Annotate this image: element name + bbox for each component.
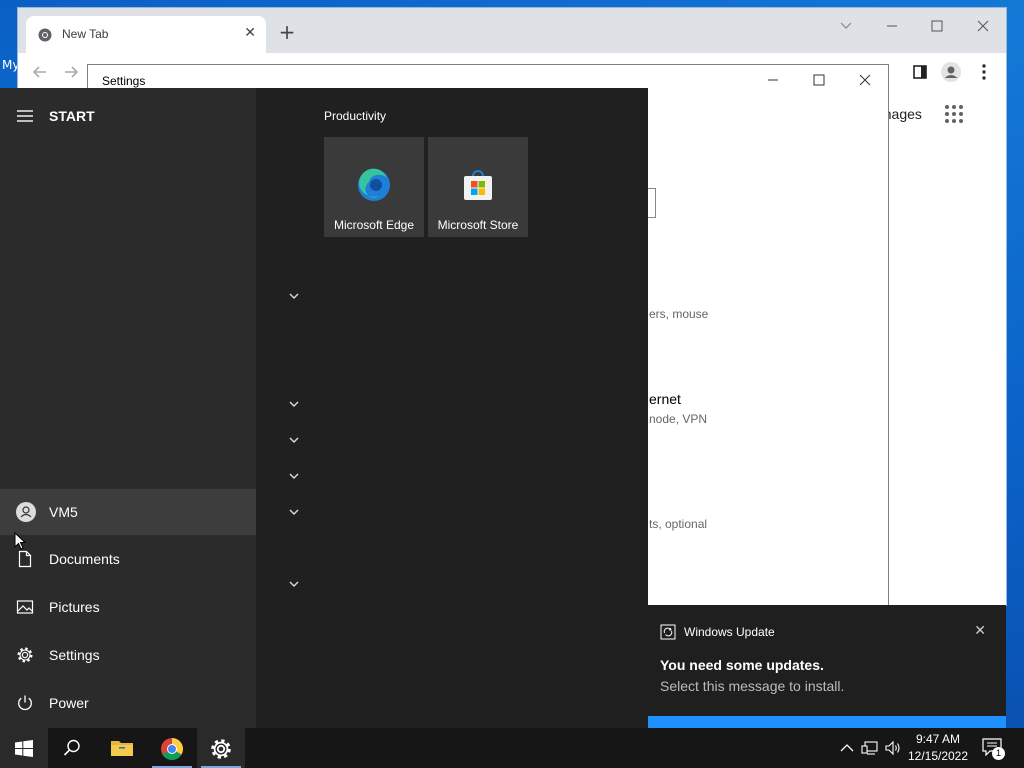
start-item-label: Pictures bbox=[49, 599, 100, 615]
expand-group-chevron-icon[interactable] bbox=[287, 435, 301, 445]
hamburger-menu-icon[interactable] bbox=[16, 108, 34, 124]
update-sync-icon bbox=[660, 624, 676, 640]
desktop-wallpaper-strip bbox=[648, 716, 1006, 728]
toast-message: Select this message to install. bbox=[660, 678, 845, 694]
search-icon bbox=[62, 738, 82, 758]
document-icon bbox=[16, 550, 34, 568]
show-hidden-icons-chevron-icon[interactable] bbox=[838, 738, 856, 758]
start-menu-sidebar: START VM5 Documents Pictures Settings Po… bbox=[0, 88, 256, 728]
forward-arrow-icon[interactable] bbox=[60, 61, 82, 83]
edge-icon bbox=[357, 168, 391, 202]
chrome-icon bbox=[160, 737, 184, 761]
notification-count-badge: 1 bbox=[992, 747, 1005, 760]
desktop-icon-label[interactable]: My bbox=[2, 58, 19, 72]
search-button[interactable] bbox=[48, 728, 96, 768]
chrome-close-icon[interactable] bbox=[969, 14, 997, 38]
start-title: START bbox=[49, 108, 95, 124]
chrome-taskbar-button[interactable] bbox=[148, 728, 196, 768]
gear-icon bbox=[209, 737, 233, 761]
tile-label: Microsoft Edge bbox=[333, 218, 415, 232]
tile-group-title[interactable]: Productivity bbox=[324, 109, 386, 123]
side-panel-icon[interactable] bbox=[909, 61, 931, 83]
start-item-label: Settings bbox=[49, 647, 100, 663]
toast-app-name: Windows Update bbox=[684, 625, 775, 639]
network-icon[interactable] bbox=[861, 738, 879, 758]
google-apps-icon[interactable] bbox=[944, 104, 964, 124]
settings-search-box-edge[interactable] bbox=[648, 188, 656, 218]
back-arrow-icon[interactable] bbox=[29, 61, 51, 83]
tab-title: New Tab bbox=[62, 27, 109, 41]
settings-close-icon[interactable] bbox=[842, 65, 888, 95]
expand-group-chevron-icon[interactable] bbox=[287, 291, 301, 301]
start-item-settings[interactable]: Settings bbox=[0, 633, 256, 679]
chrome-tab-new-tab[interactable]: New Tab ✕ bbox=[26, 16, 266, 53]
tab-close-icon[interactable]: ✕ bbox=[244, 25, 256, 41]
chrome-menu-icon[interactable] bbox=[973, 61, 995, 83]
store-icon bbox=[461, 168, 495, 202]
folder-icon bbox=[110, 737, 134, 759]
settings-maximize-icon[interactable] bbox=[796, 65, 842, 95]
clock-date: 12/15/2022 bbox=[907, 749, 969, 763]
user-name: VM5 bbox=[49, 504, 78, 520]
chrome-tab-bar: New Tab ✕ + bbox=[18, 8, 1006, 53]
start-item-documents[interactable]: Documents bbox=[0, 537, 256, 583]
toast-close-icon[interactable]: ✕ bbox=[974, 623, 986, 639]
start-button[interactable] bbox=[0, 728, 48, 768]
expand-group-chevron-icon[interactable] bbox=[287, 579, 301, 589]
chrome-maximize-icon[interactable] bbox=[923, 14, 951, 38]
tile-microsoft-store[interactable]: Microsoft Store bbox=[428, 137, 528, 237]
system-clock[interactable]: 9:47 AM 12/15/2022 bbox=[900, 731, 976, 765]
network-title[interactable]: ernet bbox=[649, 391, 681, 407]
action-center-button[interactable]: 1 bbox=[980, 736, 1006, 760]
expand-group-chevron-icon[interactable] bbox=[287, 471, 301, 481]
pictures-icon bbox=[16, 598, 34, 616]
windows-update-toast[interactable]: Windows Update ✕ You need some updates. … bbox=[648, 605, 1006, 716]
expand-group-chevron-icon[interactable] bbox=[287, 399, 301, 409]
settings-minimize-icon[interactable] bbox=[750, 65, 796, 95]
power-icon bbox=[16, 694, 34, 712]
start-menu: START VM5 Documents Pictures Settings Po… bbox=[0, 88, 648, 728]
windows-logo-icon bbox=[15, 740, 33, 757]
start-item-label: Power bbox=[49, 695, 89, 711]
start-menu-header[interactable]: START bbox=[16, 108, 95, 124]
devices-description[interactable]: ers, mouse bbox=[649, 307, 708, 321]
chrome-favicon-icon bbox=[38, 28, 52, 42]
start-item-power[interactable]: Power bbox=[0, 681, 256, 727]
clock-time: 9:47 AM bbox=[915, 732, 961, 746]
start-item-label: Documents bbox=[49, 551, 120, 567]
gear-icon bbox=[16, 646, 34, 664]
expand-group-chevron-icon[interactable] bbox=[287, 507, 301, 517]
file-explorer-button[interactable] bbox=[98, 728, 146, 768]
mouse-cursor-icon bbox=[14, 532, 26, 550]
start-item-pictures[interactable]: Pictures bbox=[0, 585, 256, 631]
settings-taskbar-button[interactable] bbox=[197, 728, 245, 768]
tile-label: Microsoft Store bbox=[437, 218, 519, 232]
chrome-minimize-icon[interactable] bbox=[878, 14, 906, 38]
toast-heading: You need some updates. bbox=[660, 657, 824, 673]
network-description[interactable]: node, VPN bbox=[649, 412, 707, 426]
tile-microsoft-edge[interactable]: Microsoft Edge bbox=[324, 137, 424, 237]
start-user-account[interactable]: VM5 bbox=[0, 489, 256, 535]
new-tab-button[interactable]: + bbox=[276, 21, 298, 43]
user-avatar-icon bbox=[16, 502, 36, 522]
taskbar: 9:47 AM 12/15/2022 1 bbox=[0, 728, 1024, 768]
profile-avatar-icon[interactable] bbox=[940, 61, 962, 83]
apps-description[interactable]: ts, optional bbox=[649, 517, 707, 531]
tab-search-icon[interactable] bbox=[832, 14, 860, 38]
settings-title: Settings bbox=[102, 74, 146, 88]
